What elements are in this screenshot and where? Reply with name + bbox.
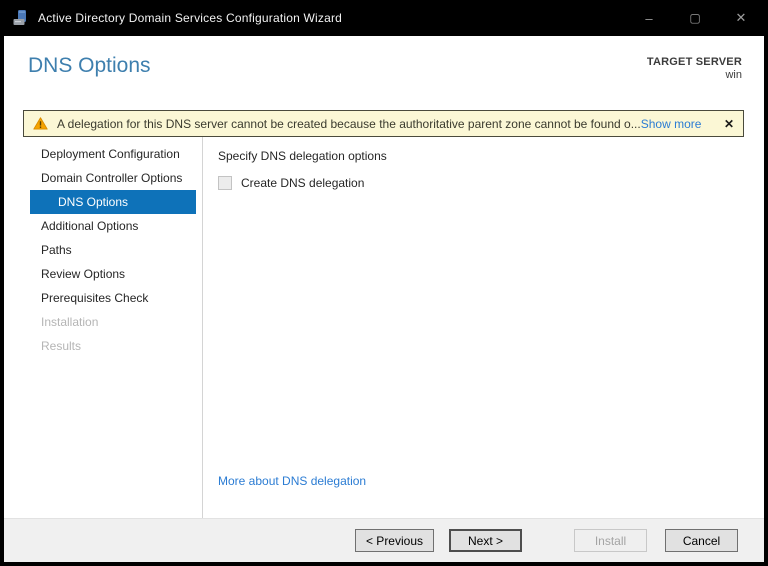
sidebar-item-deployment-configuration[interactable]: Deployment Configuration xyxy=(4,142,202,166)
main-area: Deployment Configuration Domain Controll… xyxy=(4,137,764,518)
window-controls: – ▢ ✕ xyxy=(626,0,764,36)
dns-options-panel: Specify DNS delegation options Create DN… xyxy=(203,137,764,518)
maximize-button[interactable]: ▢ xyxy=(672,0,718,36)
close-button[interactable]: ✕ xyxy=(718,0,764,36)
page-title: DNS Options xyxy=(28,54,151,77)
sidebar-item-prerequisites-check[interactable]: Prerequisites Check xyxy=(4,286,202,310)
server-app-icon xyxy=(12,9,30,27)
wizard-steps-sidebar: Deployment Configuration Domain Controll… xyxy=(4,137,203,518)
instruction-text: Specify DNS delegation options xyxy=(218,149,387,163)
banner-close-icon[interactable]: ✕ xyxy=(712,117,734,131)
sidebar-item-review-options[interactable]: Review Options xyxy=(4,262,202,286)
target-server-label: TARGET SERVER xyxy=(646,56,742,68)
previous-button[interactable]: < Previous xyxy=(354,529,434,552)
target-server-value: win xyxy=(725,69,742,81)
wizard-body: DNS Options TARGET SERVER win A delegati… xyxy=(4,36,764,562)
sidebar-item-domain-controller-options[interactable]: Domain Controller Options xyxy=(4,166,202,190)
warning-message: A delegation for this DNS server cannot … xyxy=(57,116,641,131)
warning-icon xyxy=(33,117,48,130)
target-server-block: TARGET SERVER win xyxy=(647,54,742,81)
page-header: DNS Options TARGET SERVER win xyxy=(4,36,764,110)
minimize-button[interactable]: – xyxy=(626,0,672,36)
install-button: Install xyxy=(574,529,647,552)
sidebar-item-paths[interactable]: Paths xyxy=(4,238,202,262)
cancel-button[interactable]: Cancel xyxy=(665,529,738,552)
create-dns-delegation-checkbox xyxy=(218,176,232,190)
sidebar-item-dns-options[interactable]: DNS Options xyxy=(30,190,196,214)
sidebar-item-additional-options[interactable]: Additional Options xyxy=(4,214,202,238)
create-dns-delegation-row: Create DNS delegation xyxy=(218,176,748,190)
wizard-footer: < Previous Next > Install Cancel xyxy=(4,518,764,562)
more-about-dns-delegation-link[interactable]: More about DNS delegation xyxy=(218,474,366,488)
create-dns-delegation-label: Create DNS delegation xyxy=(241,176,365,190)
sidebar-item-results: Results xyxy=(41,339,82,353)
next-button[interactable]: Next > xyxy=(449,529,522,552)
show-more-link[interactable]: Show more xyxy=(641,117,702,131)
wizard-window: Active Directory Domain Services Configu… xyxy=(0,0,768,566)
warning-banner: A delegation for this DNS server cannot … xyxy=(23,110,744,137)
sidebar-item-installation: Installation xyxy=(41,315,99,329)
titlebar: Active Directory Domain Services Configu… xyxy=(4,0,764,36)
window-title: Active Directory Domain Services Configu… xyxy=(38,11,343,25)
